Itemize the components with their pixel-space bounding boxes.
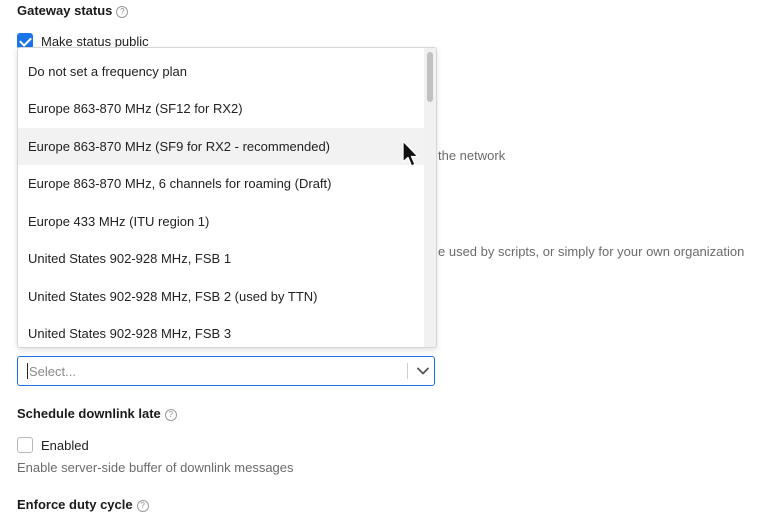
dropdown-option[interactable]: Europe 863-870 MHz (SF12 for RX2) (18, 90, 426, 127)
schedule-downlink-late-checkbox[interactable] (17, 437, 33, 454)
gateway-status-label: Gateway status? (17, 3, 129, 18)
enforce-duty-cycle-label: Enforce duty cycle? (17, 497, 149, 512)
dropdown-option[interactable]: United States 902-928 MHz, FSB 1 (18, 240, 426, 277)
dropdown-option[interactable]: Europe 863-870 MHz, 6 channels for roami… (18, 165, 426, 202)
dropdown-option[interactable]: United States 902-928 MHz, FSB 2 (used b… (18, 278, 426, 315)
question-circle-icon[interactable]: ? (164, 409, 177, 421)
gateway-status-label-text: Gateway status (17, 3, 113, 18)
schedule-downlink-late-label: Schedule downlink late? (17, 406, 177, 421)
dropdown-option[interactable]: Do not set a frequency plan (18, 53, 426, 90)
dropdown-scrollbar-thumb[interactable] (427, 52, 433, 102)
frequency-plan-dropdown[interactable]: Do not set a frequency plan Europe 863-8… (17, 47, 437, 348)
frequency-plan-input[interactable] (27, 363, 389, 379)
question-circle-icon[interactable]: ? (136, 500, 149, 512)
select-separator (407, 363, 408, 379)
schedule-downlink-late-checkbox-label: Enabled (41, 437, 89, 453)
dropdown-option[interactable]: United States 902-928 MHz, FSB 3 (18, 315, 426, 347)
dropdown-scrollbar[interactable] (424, 48, 436, 347)
schedule-downlink-late-row[interactable]: Enabled (17, 436, 89, 454)
schedule-downlink-late-description: Enable server-side buffer of downlink me… (17, 460, 294, 475)
frequency-plan-select[interactable] (17, 356, 435, 386)
dropdown-option-hovered[interactable]: Europe 863-870 MHz (SF9 for RX2 - recomm… (18, 128, 426, 165)
mouse-cursor-icon (402, 140, 419, 167)
dropdown-option[interactable]: Europe 433 MHz (ITU region 1) (18, 203, 426, 240)
attributes-description-fragment: e used by scripts, or simply for your ow… (438, 244, 745, 259)
enforce-duty-cycle-label-text: Enforce duty cycle (17, 497, 133, 512)
network-description-fragment: the network (438, 148, 506, 163)
chevron-down-icon[interactable] (416, 364, 430, 378)
schedule-downlink-late-label-text: Schedule downlink late (17, 406, 161, 421)
question-circle-icon[interactable]: ? (116, 6, 129, 18)
